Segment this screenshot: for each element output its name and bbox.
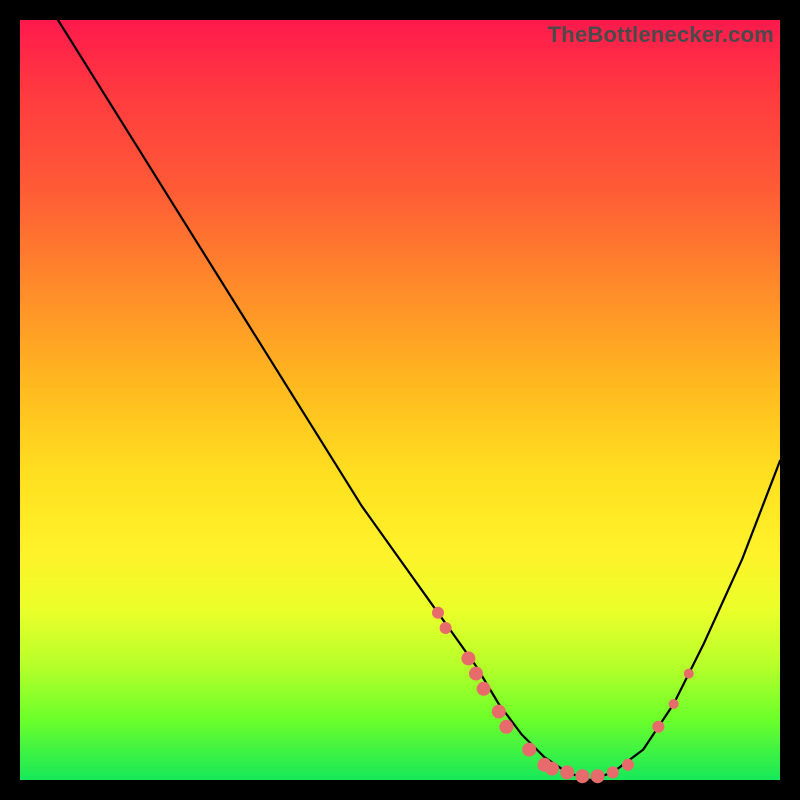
curve-marker (545, 762, 559, 776)
curve-marker (477, 682, 491, 696)
curve-marker (522, 743, 536, 757)
curve-marker (440, 622, 452, 634)
curve-marker (622, 759, 634, 771)
watermark-label: TheBottlenecker.com (548, 22, 774, 48)
curve-marker (461, 651, 475, 665)
curve-marker (469, 667, 483, 681)
curve-marker (492, 705, 506, 719)
bottleneck-curve (58, 20, 780, 780)
curve-marker (499, 720, 513, 734)
chart-frame: TheBottlenecker.com (20, 20, 780, 780)
curve-marker (560, 765, 574, 779)
curve-marker (669, 699, 679, 709)
curve-marker (575, 769, 589, 783)
chart-svg (20, 20, 780, 780)
curve-marker (591, 769, 605, 783)
curve-marker (684, 669, 694, 679)
curve-marker (652, 721, 664, 733)
curve-marker (432, 607, 444, 619)
curve-marker (607, 766, 619, 778)
curve-markers (432, 607, 694, 783)
